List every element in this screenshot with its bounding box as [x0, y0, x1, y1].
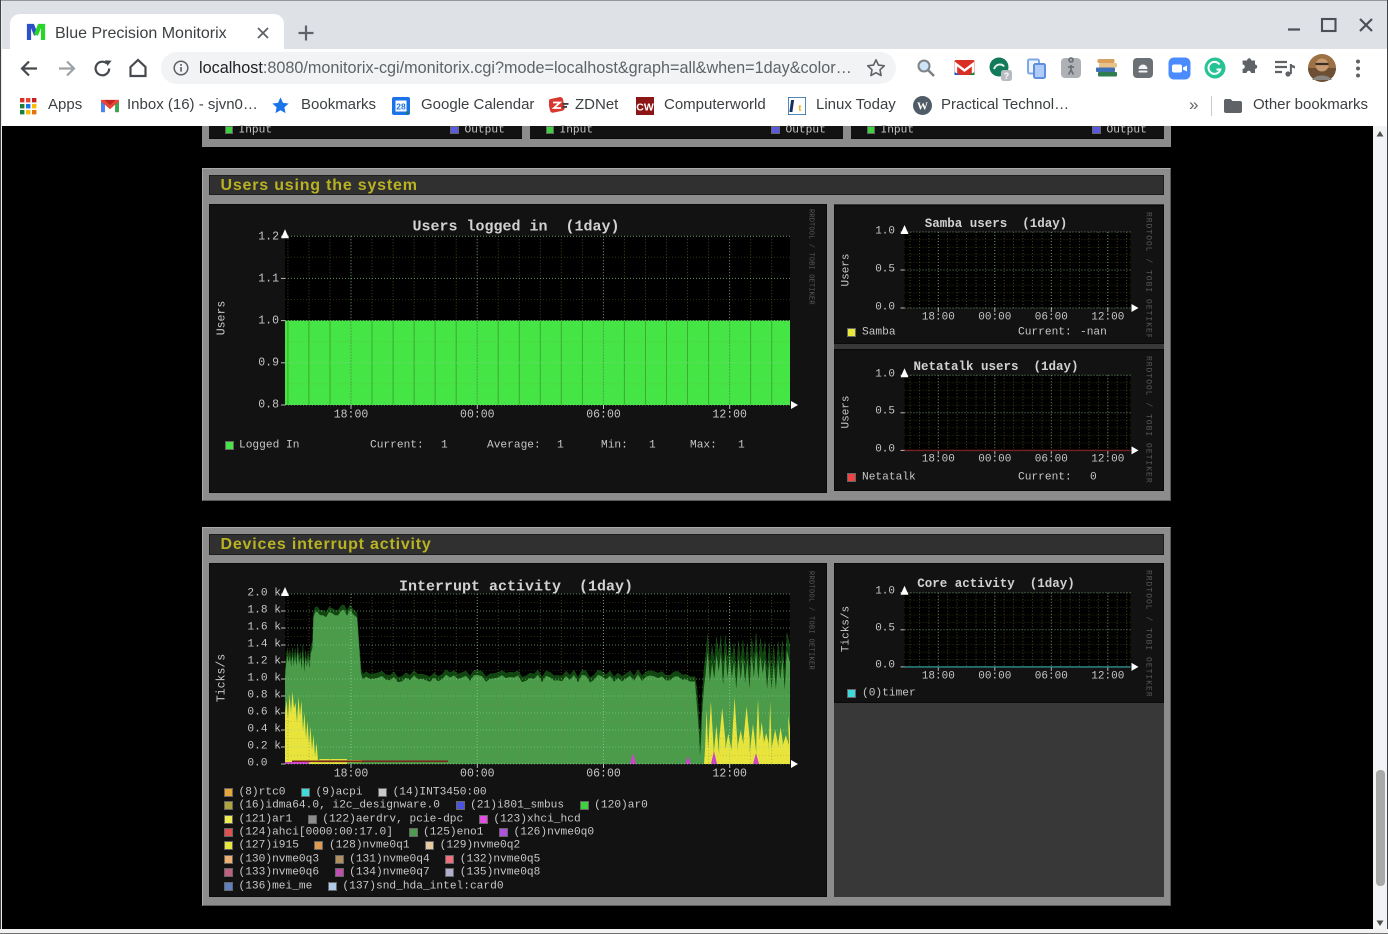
svg-text:CW: CW: [636, 102, 654, 114]
svg-text:?: ?: [1004, 71, 1010, 81]
svg-text:t: t: [798, 102, 802, 114]
svg-text:28: 28: [396, 102, 406, 112]
svg-text:W: W: [917, 101, 928, 113]
